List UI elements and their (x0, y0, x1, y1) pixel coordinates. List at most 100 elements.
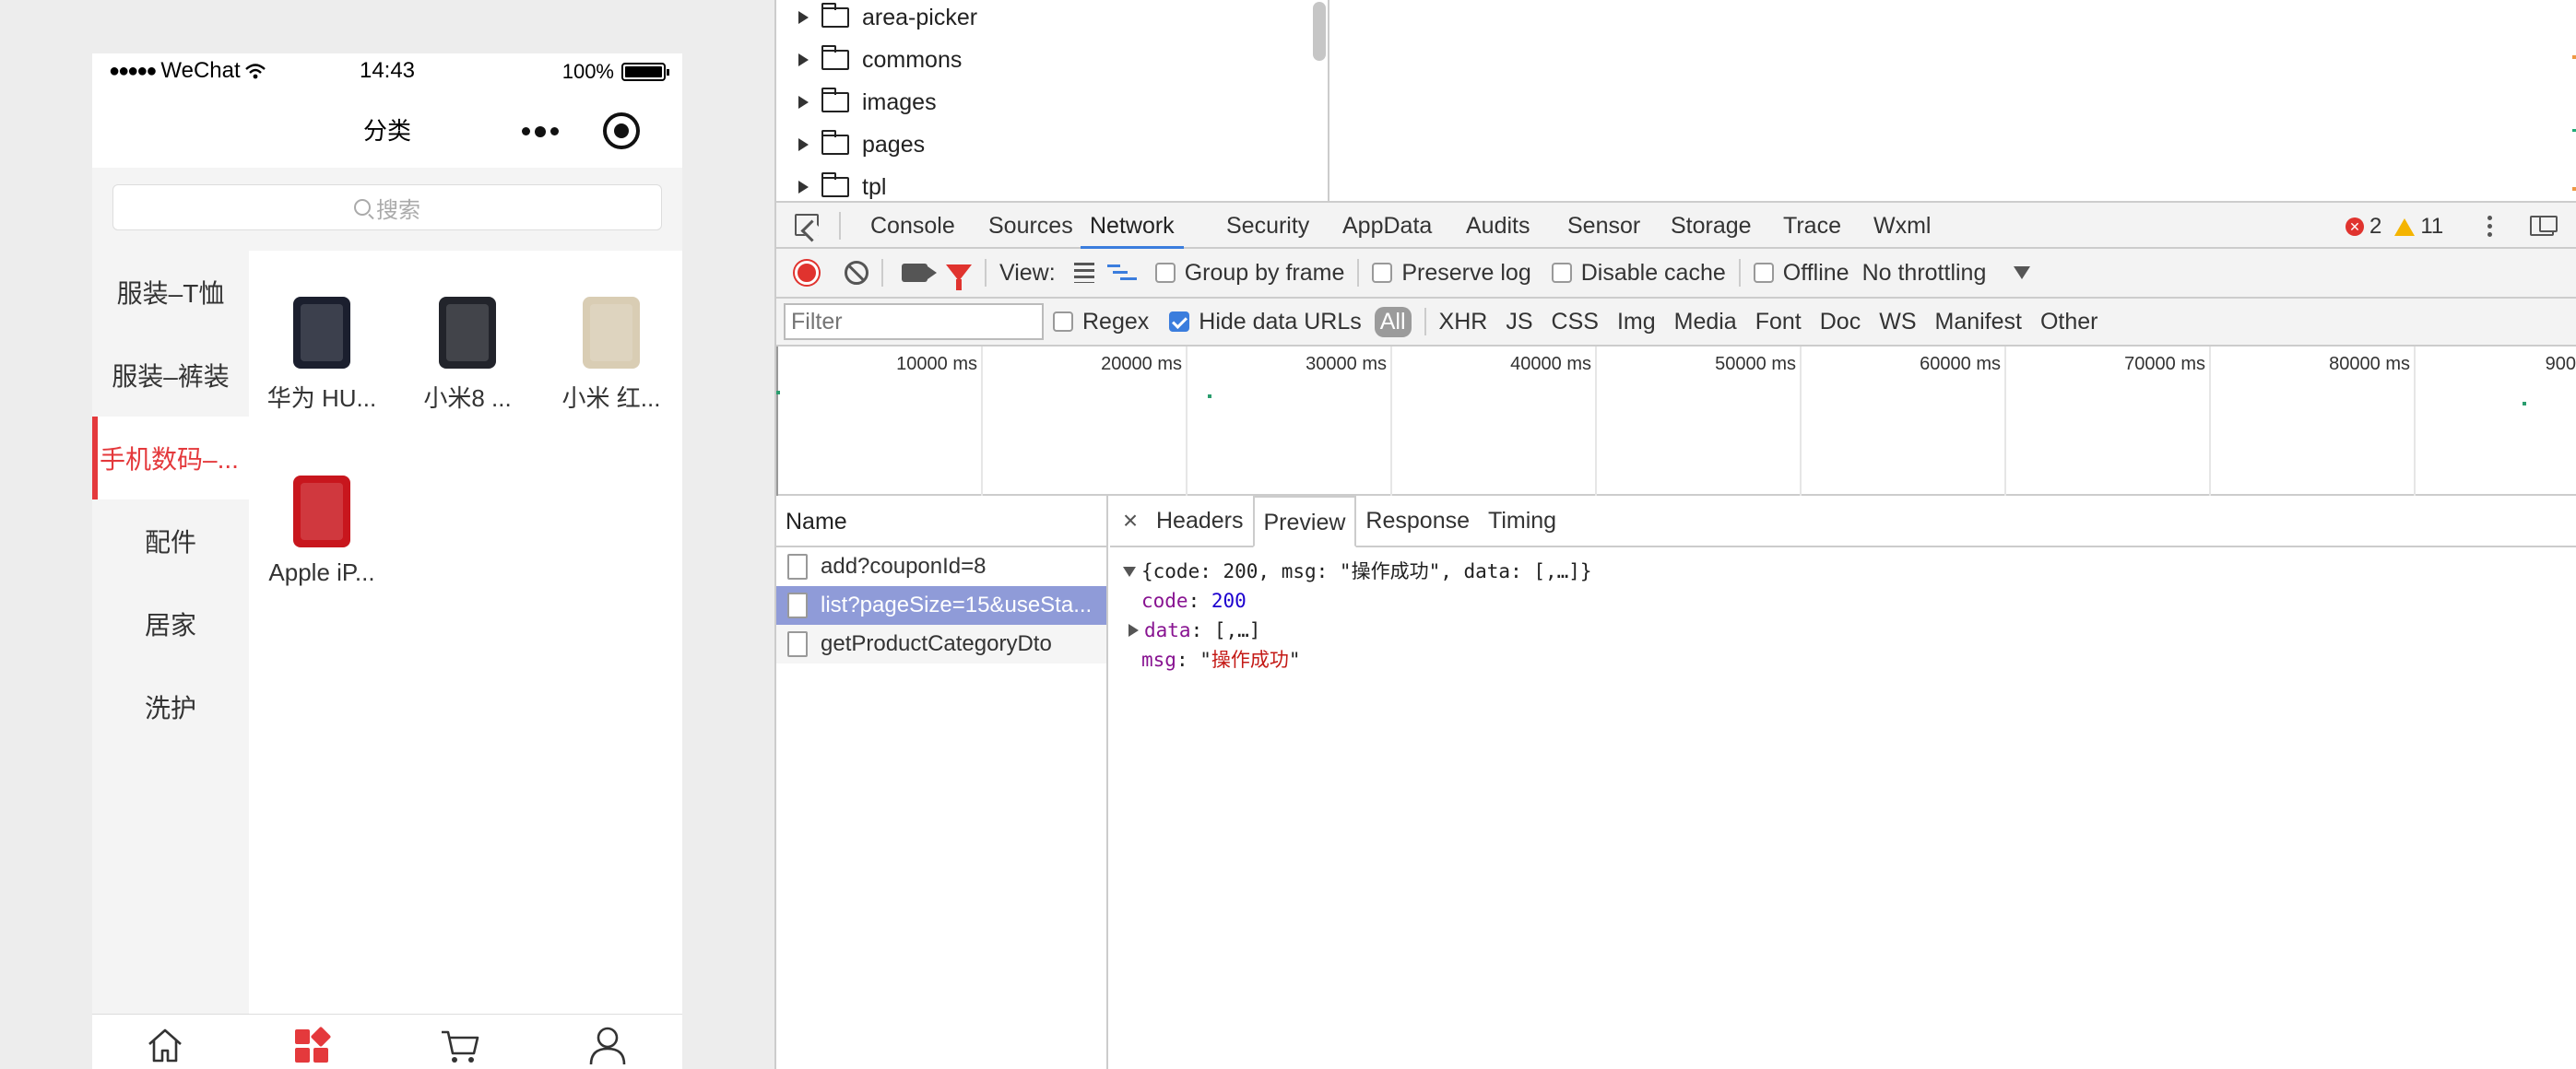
tab-sensor[interactable]: Sensor (1567, 203, 1640, 249)
chevron-down-icon[interactable] (2014, 266, 2031, 279)
folder-icon (821, 88, 849, 112)
hide-data-urls-checkbox[interactable] (1169, 311, 1190, 332)
undock-icon[interactable] (2530, 216, 2558, 236)
product-image (583, 297, 640, 369)
network-timeline[interactable]: 10000 ms 20000 ms 30000 ms 40000 ms 5000… (776, 347, 2576, 496)
kebab-menu-icon[interactable] (2487, 216, 2492, 237)
filter-type-ws[interactable]: WS (1879, 309, 1916, 335)
category-item[interactable]: 服装–裤装 (92, 334, 249, 417)
product-card[interactable]: Apple iP... (253, 476, 391, 587)
battery-percent: 100% (561, 60, 614, 83)
issue-counts[interactable]: ✕ 2 11 (2346, 214, 2443, 240)
tab-network[interactable]: Network (1081, 203, 1184, 249)
request-row[interactable]: getProductCategoryDto (776, 625, 1106, 664)
filter-type-doc[interactable]: Doc (1820, 309, 1861, 335)
group-by-frame-checkbox[interactable] (1154, 263, 1176, 283)
collapse-arrow-icon[interactable] (1123, 566, 1136, 577)
timeline-tick-label: 900 (2545, 354, 2576, 374)
waterfall-view-icon[interactable] (1106, 263, 1137, 283)
tab-category[interactable] (291, 1024, 336, 1066)
filter-type-css[interactable]: CSS (1552, 309, 1599, 335)
tab-appdata[interactable]: AppData (1342, 203, 1432, 249)
screenshot-capture-icon[interactable] (902, 264, 937, 282)
tree-folder[interactable]: pages (798, 123, 925, 166)
filter-type-font[interactable]: Font (1755, 309, 1802, 335)
tab-console[interactable]: Console (870, 203, 955, 249)
tab-audits[interactable]: Audits (1466, 203, 1530, 249)
folder-icon (821, 130, 849, 155)
request-row[interactable]: add?couponId=8 (776, 547, 1106, 586)
tab-trace[interactable]: Trace (1783, 203, 1841, 249)
filter-bar: Regex Hide data URLs All XHR JS CSS Img … (776, 299, 2576, 347)
filter-type-media[interactable]: Media (1674, 309, 1737, 335)
tab-response[interactable]: Response (1356, 496, 1479, 546)
tab-profile[interactable] (586, 1024, 631, 1066)
search-area: 搜索 (92, 168, 682, 251)
tree-folder[interactable]: images (798, 81, 937, 123)
request-row-selected[interactable]: list?pageSize=15&useSta... (776, 586, 1106, 625)
preserve-log-checkbox[interactable] (1372, 263, 1393, 283)
close-icon[interactable]: × (1114, 496, 1147, 546)
tab-storage[interactable]: Storage (1671, 203, 1752, 249)
category-item[interactable]: 服装–T恤 (92, 251, 249, 334)
product-card[interactable]: 华为 HU... (253, 297, 391, 414)
filter-type-other[interactable]: Other (2040, 309, 2098, 335)
filter-input[interactable] (784, 303, 1044, 340)
more-options-icon[interactable] (522, 125, 559, 137)
disable-cache-checkbox[interactable] (1551, 263, 1572, 283)
tab-preview[interactable]: Preview (1252, 496, 1357, 547)
close-miniprogram-icon[interactable] (603, 112, 640, 149)
offline-checkbox[interactable] (1753, 263, 1774, 283)
tree-folder[interactable]: area-picker (798, 0, 977, 39)
category-item[interactable]: 配件 (92, 499, 249, 582)
filter-icon[interactable] (946, 264, 972, 290)
product-image (293, 297, 350, 369)
tab-sources[interactable]: Sources (988, 203, 1073, 249)
tab-home[interactable] (144, 1024, 188, 1066)
regex-checkbox[interactable] (1053, 311, 1073, 332)
expand-arrow-icon[interactable] (798, 96, 809, 109)
group-by-frame-label: Group by frame (1184, 259, 1345, 286)
clear-icon[interactable] (845, 261, 869, 285)
json-root[interactable]: {code: 200, msg: "操作成功", data: [,…]} (1123, 557, 2576, 586)
expand-arrow-icon[interactable] (798, 181, 809, 194)
filter-type-img[interactable]: Img (1617, 309, 1656, 335)
tab-headers[interactable]: Headers (1147, 496, 1253, 546)
request-name: list?pageSize=15&useSta... (821, 593, 1093, 617)
expand-arrow-icon[interactable] (1128, 624, 1139, 637)
tree-folder[interactable]: commons (798, 39, 962, 81)
tab-timing[interactable]: Timing (1479, 496, 1566, 546)
tree-scrollbar[interactable] (1313, 2, 1326, 61)
filter-type-js[interactable]: JS (1506, 309, 1532, 335)
timeline-tick-label: 50000 ms (1715, 354, 1796, 374)
search-input[interactable]: 搜索 (112, 184, 662, 230)
expand-arrow-icon[interactable] (798, 53, 809, 66)
inspect-element-icon[interactable] (795, 214, 819, 236)
product-card[interactable]: 小米 红... (542, 297, 680, 414)
expand-arrow-icon[interactable] (798, 138, 809, 151)
throttling-select[interactable]: No throttling (1862, 260, 1987, 287)
folder-name: tpl (862, 173, 887, 200)
tab-security[interactable]: Security (1226, 203, 1309, 249)
request-detail: × Headers Preview Response Timing {code:… (1110, 496, 2576, 1069)
filter-type-xhr[interactable]: XHR (1439, 309, 1488, 335)
tab-wxml[interactable]: Wxml (1873, 203, 1931, 249)
category-item[interactable]: 洗护 (92, 665, 249, 748)
product-card[interactable]: 小米8 ... (398, 297, 537, 414)
json-value: 200 (1211, 590, 1247, 612)
category-item[interactable]: 居家 (92, 582, 249, 665)
tab-cart[interactable] (439, 1024, 483, 1066)
filter-type-all[interactable]: All (1374, 306, 1412, 337)
json-field[interactable]: data: [,…] (1123, 616, 2576, 645)
expand-arrow-icon[interactable] (798, 11, 809, 24)
name-column-header[interactable]: Name (776, 496, 1106, 547)
timeline-tick-label: 70000 ms (2124, 354, 2205, 374)
filter-type-manifest[interactable]: Manifest (1935, 309, 2022, 335)
list-view-icon[interactable] (1068, 263, 1094, 283)
record-icon[interactable] (795, 261, 819, 285)
category-label: 服装–T恤 (116, 279, 225, 308)
timeline-gridline (1595, 347, 1597, 496)
product-name: 华为 HU... (266, 384, 377, 412)
category-item-active[interactable]: 手机数码–... (92, 417, 249, 499)
warning-count: 11 (2420, 214, 2444, 239)
